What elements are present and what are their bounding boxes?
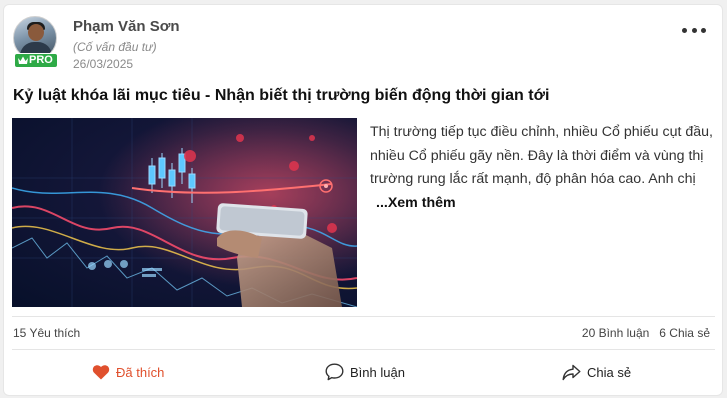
like-button-label: Đã thích [116,364,165,380]
comment-button-label: Bình luận [350,364,405,380]
post-excerpt: Thị trường tiếp tục điều chỉnh, nhiều Cổ… [370,121,720,215]
engagement-stats: 20 Bình luận 6 Chia sẻ [582,326,710,340]
post-image[interactable] [12,118,357,307]
pro-badge-label: PRO [29,54,53,66]
dot-icon [691,27,697,33]
post-date: 26/03/2025 [73,57,134,71]
author-role: (Cố vấn đầu tư) [73,40,157,54]
stock-market-illustration [12,118,357,307]
author-name[interactable]: Phạm Văn Sơn [73,18,180,35]
share-icon [562,364,581,380]
likes-count[interactable]: 15 Yêu thích [13,326,80,340]
dot-icon [701,27,706,33]
divider [12,349,715,350]
post-card: PRO Phạm Văn Sơn (Cố vấn đầu tư) 26/03/2… [3,4,723,396]
like-button[interactable]: Đã thích [92,355,164,389]
post-excerpt-text: Thị trường tiếp tục điều chỉnh, nhiều Cổ… [370,124,713,187]
comment-button[interactable]: Bình luận [325,355,405,389]
share-button-label: Chia sẻ [587,364,632,380]
comments-count[interactable]: 20 Bình luận [582,326,649,340]
shares-count[interactable]: 6 Chia sẻ [659,326,710,340]
crown-icon [18,56,28,64]
post-title[interactable]: Kỷ luật khóa lãi mục tiêu - Nhận biết th… [13,87,549,105]
share-button[interactable]: Chia sẻ [562,355,631,389]
comment-icon [325,363,344,381]
divider [12,316,715,317]
see-more-link[interactable]: ...Xem thêm [376,195,456,211]
dot-icon [682,27,687,33]
heart-icon [92,365,110,380]
pro-badge: PRO [14,53,58,68]
more-options-button[interactable] [682,23,706,37]
avatar-head [28,24,44,41]
